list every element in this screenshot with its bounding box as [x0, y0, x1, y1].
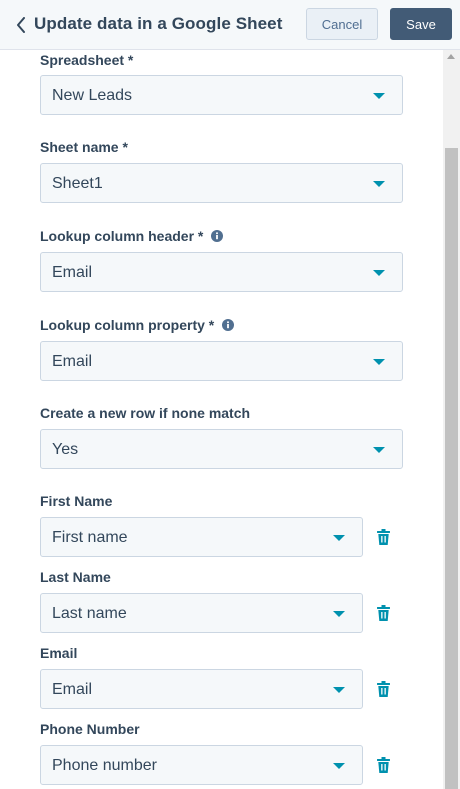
- caret-down-icon: [333, 535, 345, 541]
- delete-last-name-button[interactable]: [374, 603, 392, 623]
- info-icon[interactable]: [211, 230, 224, 242]
- mapping-value-last-name: Last name: [52, 605, 127, 622]
- mapping-value-first-name: First name: [52, 529, 128, 546]
- save-button[interactable]: Save: [390, 8, 452, 40]
- caret-down-icon: [333, 611, 345, 617]
- delete-phone-number-button[interactable]: [374, 755, 392, 775]
- panel-header: Update data in a Google Sheet Cancel Sav…: [0, 0, 460, 50]
- lookup-column-property-select[interactable]: Email: [40, 341, 403, 381]
- caret-down-icon: [373, 359, 385, 365]
- mapping-select-phone-number[interactable]: Phone number: [40, 745, 363, 785]
- spreadsheet-label: Spreadsheet *: [40, 52, 134, 68]
- trash-icon: [376, 681, 390, 697]
- create-new-row-select[interactable]: Yes: [40, 429, 403, 469]
- mapping-select-email[interactable]: Email: [40, 669, 363, 709]
- sheet-name-value: Sheet1: [52, 175, 103, 192]
- scrollbar-thumb[interactable]: [445, 148, 458, 789]
- sheet-name-select[interactable]: Sheet1: [40, 163, 403, 203]
- lookup-column-property-value: Email: [52, 353, 93, 370]
- mapping-select-last-name[interactable]: Last name: [40, 593, 363, 633]
- mapping-select-first-name[interactable]: First name: [40, 517, 363, 557]
- lookup-column-header-select[interactable]: Email: [40, 252, 403, 292]
- mapping-label-first-name: First Name: [40, 493, 113, 509]
- page-title: Update data in a Google Sheet: [34, 14, 283, 33]
- mapping-label-email: Email: [40, 645, 78, 661]
- info-icon[interactable]: [222, 319, 235, 331]
- delete-first-name-button[interactable]: [374, 527, 392, 547]
- back-button[interactable]: [10, 13, 32, 37]
- create-new-row-label: Create a new row if none match: [40, 405, 251, 421]
- create-new-row-value: Yes: [52, 441, 79, 458]
- lookup-column-header-value: Email: [52, 264, 93, 281]
- caret-down-icon: [333, 687, 345, 693]
- spreadsheet-select[interactable]: New Leads: [40, 75, 403, 115]
- caret-down-icon: [373, 181, 385, 187]
- sheet-name-label: Sheet name *: [40, 139, 128, 155]
- mapping-value-email: Email: [52, 681, 93, 698]
- mapping-label-phone-number: Phone Number: [40, 721, 140, 737]
- scroll-up-arrow-icon[interactable]: [447, 54, 455, 59]
- caret-down-icon: [373, 93, 385, 99]
- lookup-column-property-label: Lookup column property *: [40, 317, 235, 333]
- trash-icon: [376, 757, 390, 773]
- caret-down-icon: [373, 270, 385, 276]
- mapping-value-phone-number: Phone number: [52, 757, 157, 774]
- chevron-left-icon: [17, 17, 25, 33]
- lookup-column-header-label: Lookup column header *: [40, 228, 224, 244]
- cancel-button[interactable]: Cancel: [306, 8, 378, 40]
- delete-email-button[interactable]: [374, 679, 392, 699]
- trash-icon: [376, 605, 390, 621]
- mapping-label-last-name: Last Name: [40, 569, 111, 585]
- caret-down-icon: [373, 447, 385, 453]
- scrollbar[interactable]: [443, 50, 460, 789]
- spreadsheet-value: New Leads: [52, 87, 133, 104]
- caret-down-icon: [333, 763, 345, 769]
- trash-icon: [376, 529, 390, 545]
